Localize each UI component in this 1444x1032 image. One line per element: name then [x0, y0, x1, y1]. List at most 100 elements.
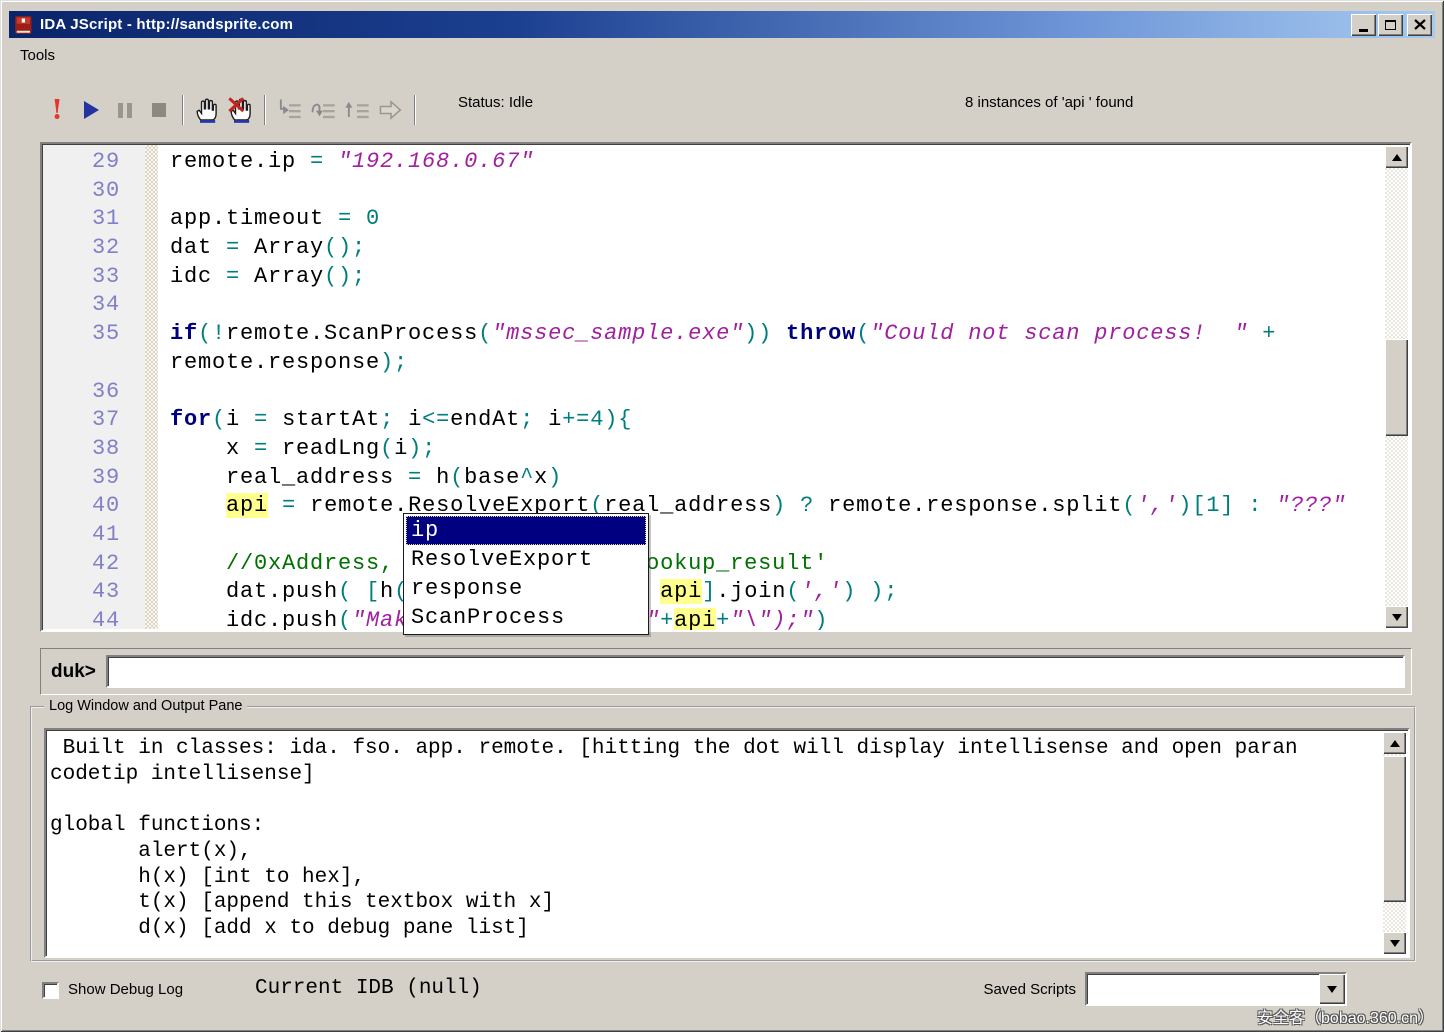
scroll-up-button[interactable]: [1383, 732, 1406, 754]
step-out-icon: [343, 96, 371, 124]
close-button[interactable]: [1407, 14, 1432, 36]
show-debug-log-checkbox[interactable]: [42, 982, 59, 999]
line-number: 31: [42, 205, 120, 234]
saved-scripts-combobox[interactable]: [1085, 972, 1347, 1006]
hand-x-icon: [227, 96, 255, 124]
search-highlight: api: [674, 608, 716, 632]
scrollbar-thumb[interactable]: [1385, 339, 1408, 436]
step-into-icon: [275, 96, 303, 124]
saved-scripts-value: [1087, 974, 1319, 1004]
combobox-dropdown-button[interactable]: [1319, 974, 1345, 1004]
editor-scrollbar[interactable]: [1385, 146, 1408, 628]
current-idb-text: Current IDB (null): [255, 977, 482, 1000]
line-number: [42, 349, 120, 378]
line-number: 44: [42, 607, 120, 632]
log-groupbox-legend: Log Window and Output Pane: [44, 698, 247, 714]
stop-button[interactable]: [142, 93, 176, 127]
code-line: 29remote.ip = "192.168.0.67": [42, 148, 1384, 177]
triangle-down-icon: [1390, 940, 1400, 947]
stop-icon: [152, 103, 166, 117]
code-editor[interactable]: 29remote.ip = "192.168.0.67"3031app.time…: [40, 142, 1412, 632]
autocomplete-item[interactable]: ip: [406, 516, 646, 545]
watermark: 安全客（bobao.360.cn）: [1257, 1004, 1434, 1028]
triangle-up-icon: [1390, 740, 1400, 747]
code-line: 43 dat.push( [h(i), real_address, api].j…: [42, 578, 1384, 607]
code-line: 39 real_address = h(base^x): [42, 464, 1384, 493]
line-number: 38: [42, 435, 120, 464]
log-scrollbar[interactable]: [1383, 732, 1406, 954]
line-number: 29: [42, 148, 120, 177]
show-debug-log-label: Show Debug Log: [68, 981, 183, 998]
code-line: 30: [42, 177, 1384, 206]
window-titlebar[interactable]: IDA JScript - http://sandsprite.com: [9, 11, 1435, 38]
clear-breakpoints-button[interactable]: [224, 93, 258, 127]
menu-tools[interactable]: Tools: [14, 46, 61, 66]
minimize-button[interactable]: [1351, 14, 1376, 36]
status-text: Status: Idle: [458, 94, 533, 111]
pause-button[interactable]: [108, 93, 142, 127]
scroll-up-button[interactable]: [1385, 146, 1408, 168]
maximize-icon: [1385, 20, 1396, 30]
run-script-button[interactable]: !: [40, 93, 74, 127]
toggle-breakpoint-button[interactable]: [190, 93, 224, 127]
search-result-text: 8 instances of 'api ' found: [965, 94, 1133, 111]
scrollbar-thumb[interactable]: [1383, 756, 1406, 902]
code-line: 36: [42, 378, 1384, 407]
autocomplete-item[interactable]: ScanProcess: [406, 603, 646, 632]
autocomplete-item[interactable]: response: [406, 574, 646, 603]
exclamation-icon: !: [51, 97, 63, 124]
log-output-area[interactable]: Built in classes: ida. fso. app. remote.…: [44, 728, 1410, 958]
step-over-button[interactable]: [306, 93, 340, 127]
app-window: IDA JScript - http://sandsprite.com Tool…: [0, 0, 1444, 1032]
code-line: 41: [42, 521, 1384, 550]
play-icon: [84, 101, 99, 119]
command-input[interactable]: [106, 655, 1405, 688]
step-over-icon: [309, 96, 337, 124]
minimize-icon: [1359, 29, 1368, 32]
line-number: 36: [42, 378, 120, 407]
line-number: 33: [42, 263, 120, 292]
triangle-up-icon: [1392, 154, 1402, 161]
line-number: 34: [42, 291, 120, 320]
scroll-down-button[interactable]: [1385, 606, 1408, 628]
arrow-right-icon: [377, 96, 405, 124]
code-line: 44 idc.push("MakeName(0x"+i+", \""+api+"…: [42, 607, 1384, 632]
app-icon: [14, 15, 34, 35]
search-highlight: api: [660, 579, 702, 604]
code-line: remote.response);: [42, 349, 1384, 378]
line-number: 39: [42, 464, 120, 493]
line-number: 37: [42, 406, 120, 435]
menu-bar: Tools: [14, 46, 61, 66]
line-number: 41: [42, 521, 120, 550]
code-line: 37for(i = startAt; i<=endAt; i+=4){: [42, 406, 1384, 435]
code-line: 32dat = Array();: [42, 234, 1384, 263]
pause-icon: [118, 103, 132, 118]
code-rows: 29remote.ip = "192.168.0.67"3031app.time…: [42, 148, 1384, 632]
toolbar-separator: [264, 95, 266, 125]
toolbar-separator: [414, 95, 416, 125]
line-number: 40: [42, 492, 120, 521]
line-number: 30: [42, 177, 120, 206]
scroll-down-button[interactable]: [1383, 932, 1406, 954]
duk-prompt-label: duk>: [51, 661, 96, 683]
search-highlight: api: [226, 493, 268, 518]
close-icon: [1414, 19, 1426, 30]
command-line-panel: duk>: [40, 648, 1412, 695]
toolbar: !: [40, 90, 422, 130]
autocomplete-list[interactable]: ipResolveExportresponseScanProcess: [403, 513, 649, 635]
code-line: 33idc = Array();: [42, 263, 1384, 292]
code-line: 31app.timeout = 0: [42, 205, 1384, 234]
maximize-button[interactable]: [1378, 14, 1403, 36]
triangle-down-icon: [1392, 614, 1402, 621]
autocomplete-item[interactable]: ResolveExport: [406, 545, 646, 574]
line-number: 35: [42, 320, 120, 349]
code-line: 40 api = remote.ResolveExport(real_addre…: [42, 492, 1384, 521]
play-button[interactable]: [74, 93, 108, 127]
code-line: 42 //0xAddress, 0xRealAddress, 'lookup_r…: [42, 550, 1384, 579]
window-title: IDA JScript - http://sandsprite.com: [40, 16, 293, 33]
run-to-cursor-button[interactable]: [374, 93, 408, 127]
step-into-button[interactable]: [272, 93, 306, 127]
line-number: 32: [42, 234, 120, 263]
step-out-button[interactable]: [340, 93, 374, 127]
toolbar-separator: [182, 95, 184, 125]
